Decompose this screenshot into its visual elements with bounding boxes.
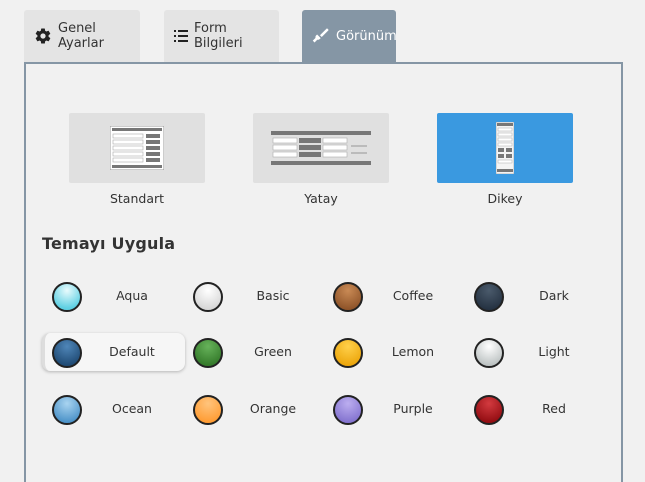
theme-name: Light (538, 344, 570, 359)
layout-label-dikey: Dikey (487, 191, 523, 206)
theme-swatch (52, 395, 82, 425)
theme-name: Green (254, 344, 292, 359)
theme-swatch (193, 282, 223, 312)
layout-dikey-preview (496, 122, 514, 174)
theme-option-dark[interactable]: Dark (464, 277, 604, 315)
theme-swatch (474, 338, 504, 368)
theme-name: Dark (539, 288, 569, 303)
layout-label-yatay: Yatay (304, 191, 338, 206)
theme-option-lemon[interactable]: Lemon (323, 333, 463, 371)
theme-name: Orange (249, 401, 297, 416)
tab-genel-ayarlar[interactable]: Genel Ayarlar (24, 10, 140, 62)
theme-option-red[interactable]: Red (464, 390, 604, 428)
theme-option-light[interactable]: Light (464, 333, 604, 371)
layout-label-standart: Standart (109, 191, 165, 206)
theme-name: Lemon (391, 344, 435, 359)
tab-label: Form Bilgileri (194, 21, 243, 51)
theme-name: Default (109, 344, 155, 359)
theme-name: Aqua (116, 288, 148, 303)
theme-swatch (474, 282, 504, 312)
theme-option-default[interactable]: Default (42, 333, 185, 371)
theme-swatch (52, 338, 82, 368)
theme-swatch (333, 338, 363, 368)
theme-swatch (474, 395, 504, 425)
tab-label: Genel Ayarlar (58, 21, 104, 51)
theme-option-orange[interactable]: Orange (183, 390, 323, 428)
theme-option-ocean[interactable]: Ocean (42, 390, 182, 428)
theme-name: Purple (393, 401, 433, 416)
theme-option-coffee[interactable]: Coffee (323, 277, 463, 315)
brush-icon (312, 28, 329, 43)
gear-icon (35, 28, 51, 44)
tab-label: Görünüm (336, 28, 397, 44)
appearance-panel: Standart Yatay Dikey Temayı Uygula Aqua … (24, 62, 623, 482)
layout-standart-preview (110, 126, 164, 170)
theme-swatch (333, 282, 363, 312)
theme-name: Basic (256, 288, 290, 303)
layout-option-standart[interactable] (69, 113, 205, 183)
theme-swatch (193, 395, 223, 425)
list-icon (174, 30, 188, 42)
theme-name: Coffee (392, 288, 434, 303)
layout-yatay-preview (271, 131, 371, 165)
theme-option-green[interactable]: Green (183, 333, 323, 371)
tab-gorunum[interactable]: Görünüm (302, 10, 397, 62)
layout-option-dikey[interactable] (437, 113, 573, 183)
theme-name: Red (542, 401, 566, 416)
theme-option-basic[interactable]: Basic (183, 277, 323, 315)
theme-name: Ocean (112, 401, 152, 416)
theme-swatch (193, 338, 223, 368)
tab-bar: Genel Ayarlar Form Bilgileri Görünüm (0, 0, 645, 62)
tab-form-bilgileri[interactable]: Form Bilgileri (164, 10, 279, 62)
layout-option-yatay[interactable] (253, 113, 389, 183)
section-title: Temayı Uygula (42, 234, 176, 253)
theme-option-aqua[interactable]: Aqua (42, 277, 182, 315)
theme-option-purple[interactable]: Purple (323, 390, 463, 428)
theme-swatch (333, 395, 363, 425)
theme-swatch (52, 282, 82, 312)
